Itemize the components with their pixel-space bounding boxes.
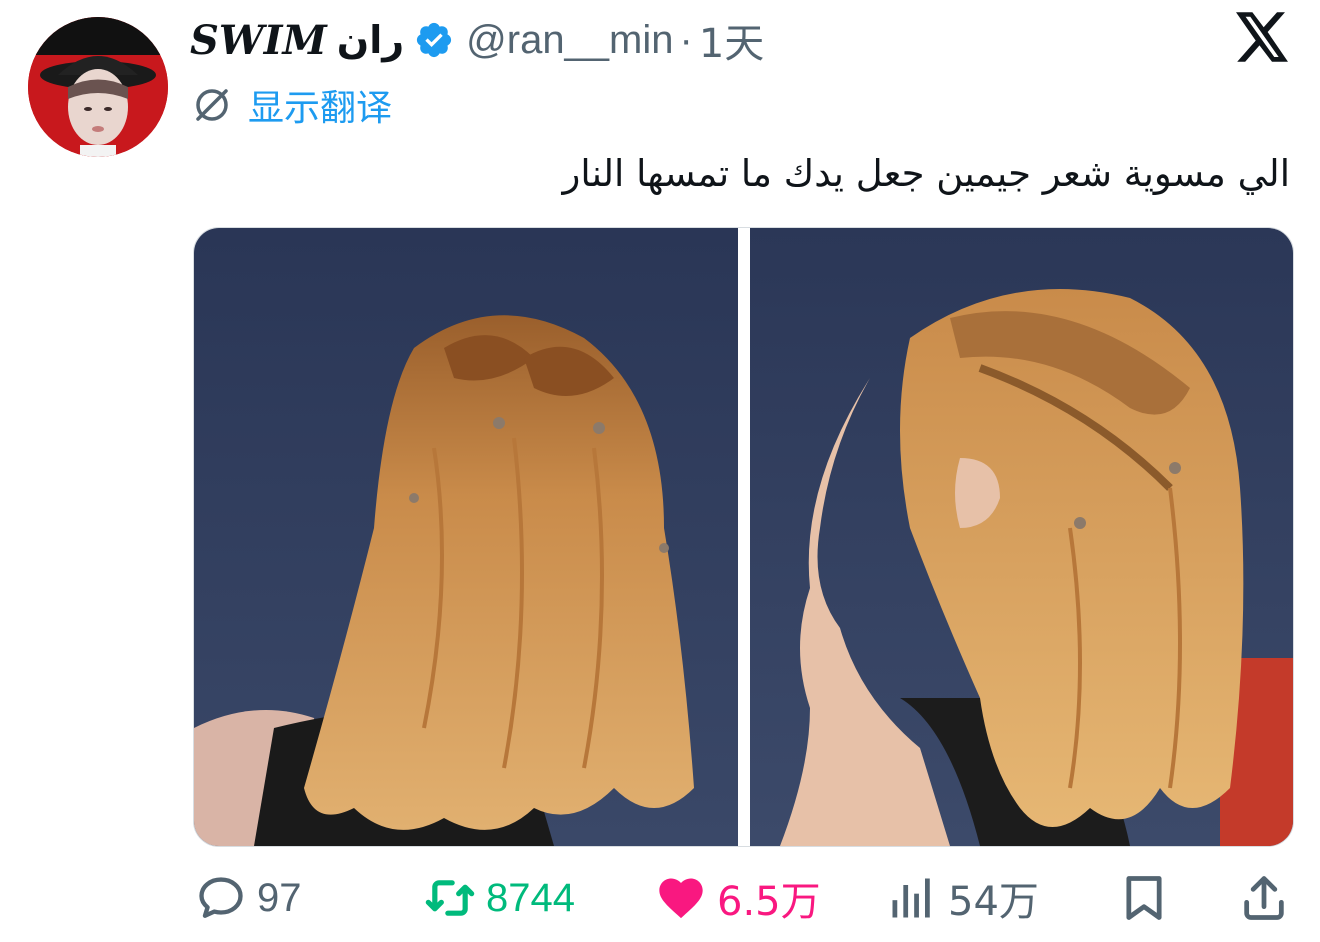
x-logo-icon[interactable] — [1236, 12, 1290, 62]
show-translation-label: 显示翻译 — [248, 88, 393, 129]
reply-button[interactable]: 97 — [195, 860, 302, 936]
tweet-header: SWIM ران @ran__min · 1天 — [190, 11, 764, 69]
like-button[interactable]: 6.5万 — [655, 860, 821, 936]
display-name-arabic[interactable]: ران — [337, 18, 404, 62]
bookmark-button[interactable] — [1118, 860, 1170, 936]
share-icon — [1244, 876, 1284, 920]
show-translation-button[interactable]: 显示翻译 — [192, 80, 392, 130]
verified-badge-icon — [417, 22, 452, 58]
tweet-actions-bar: 97 8744 6.5万 54万 — [0, 860, 1320, 936]
avatar[interactable] — [28, 17, 168, 157]
tweet-media[interactable] — [193, 227, 1294, 847]
side-profile-braided-hair-photo[interactable] — [750, 228, 1293, 846]
separator-dot: · — [679, 17, 693, 62]
share-button[interactable] — [1238, 860, 1290, 936]
timestamp[interactable]: 1天 — [699, 11, 764, 69]
bookmark-icon — [1126, 876, 1162, 920]
retweet-count: 8744 — [486, 875, 575, 920]
heart-icon — [659, 878, 703, 919]
views-button[interactable]: 54万 — [886, 860, 1039, 936]
user-handle[interactable]: @ran__min — [466, 18, 673, 63]
display-name[interactable]: SWIM — [190, 17, 327, 64]
views-chart-icon — [892, 878, 930, 918]
retweet-button[interactable]: 8744 — [424, 860, 575, 936]
back-view-braided-hair-photo[interactable] — [194, 228, 738, 846]
translate-icon — [196, 89, 228, 121]
reply-count: 97 — [257, 875, 302, 920]
tweet-text: الي مسوية شعر جيمين جعل يدك ما تمسها الن… — [562, 152, 1290, 195]
reply-icon — [199, 877, 243, 918]
like-count: 6.5万 — [717, 879, 821, 925]
views-count: 54万 — [948, 879, 1039, 925]
retweet-icon — [425, 880, 475, 916]
